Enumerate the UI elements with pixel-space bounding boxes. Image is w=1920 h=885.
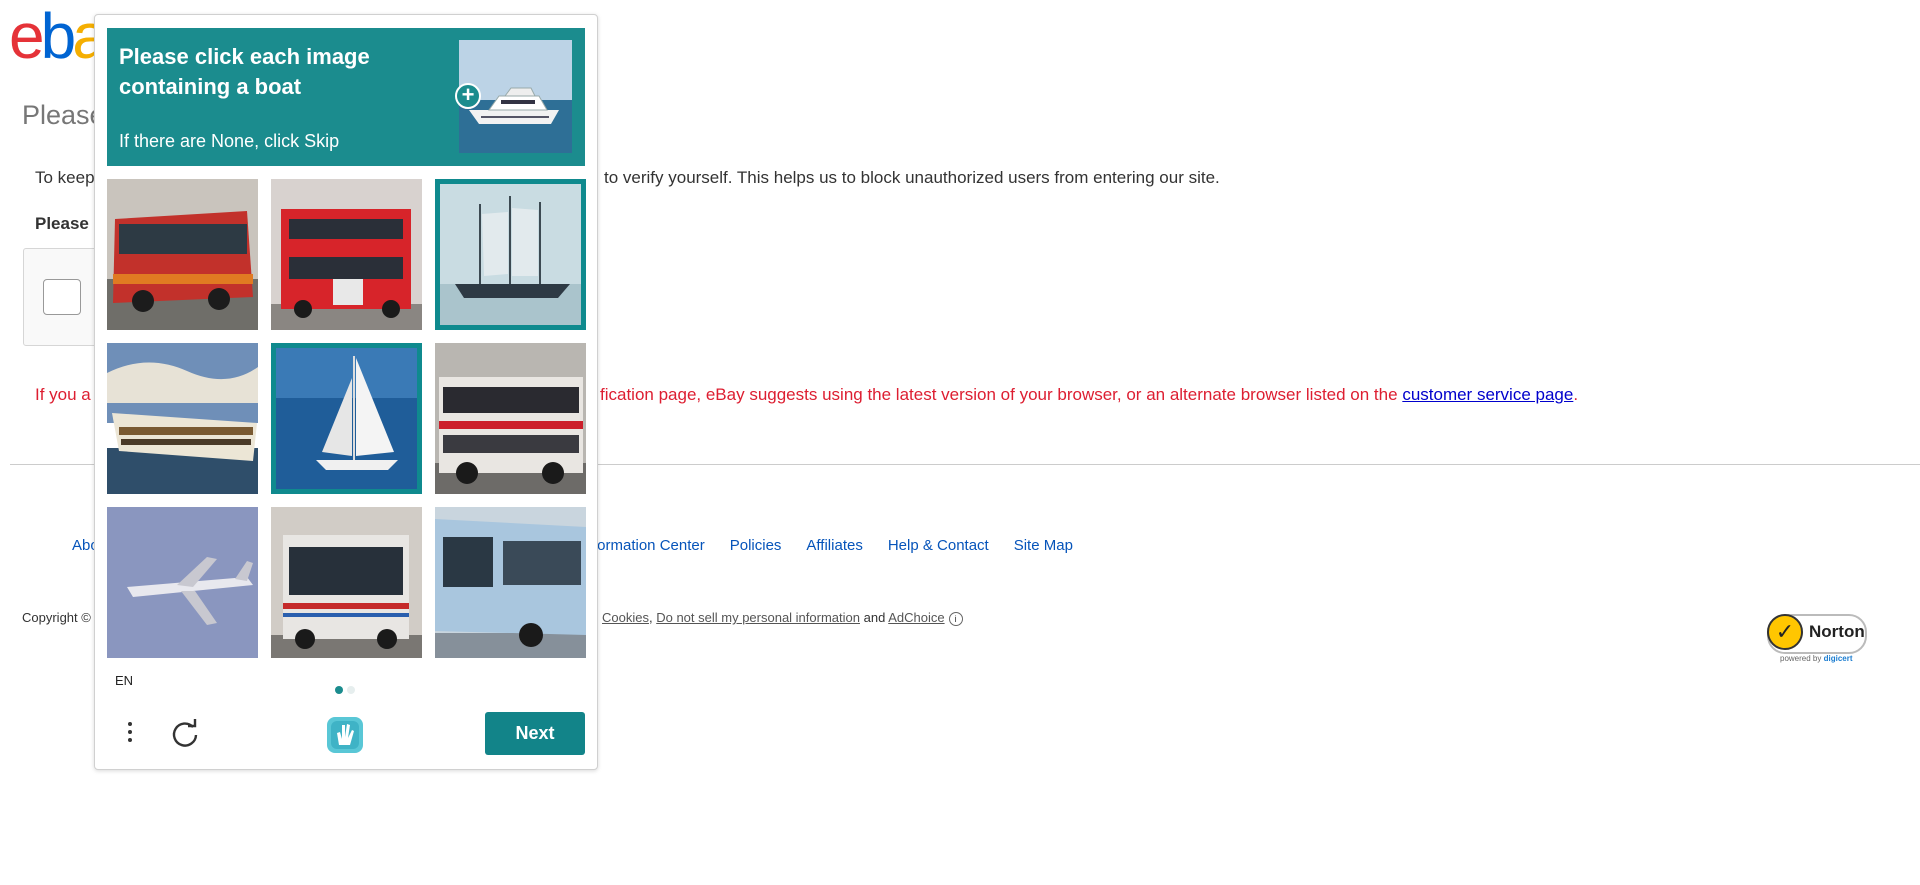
norton-badge[interactable]: ✓ Norton powered by digicert — [1767, 614, 1869, 668]
footer-links: formation Center Policies Affiliates Hel… — [593, 537, 1073, 554]
browser-warning-text: fication page, eBay suggests using the l… — [600, 385, 1398, 404]
norton-brand: digicert — [1823, 654, 1853, 663]
adchoice-link[interactable]: AdChoice — [888, 610, 944, 625]
ebay-logo[interactable]: eba — [9, 6, 99, 66]
captcha-header: Please click each image containing a boa… — [107, 28, 585, 166]
do-not-sell-link[interactable]: Do not sell my personal information — [656, 610, 860, 625]
footer-link-info-center[interactable]: formation Center — [593, 537, 705, 554]
copyright-text: Copyright © — [22, 610, 91, 625]
norton-powered-text: powered by — [1780, 654, 1822, 663]
norton-name: Norton — [1809, 622, 1865, 641]
language-selector[interactable]: EN — [115, 673, 133, 688]
legal-and: and — [863, 610, 886, 625]
logo-letter-e: e — [9, 6, 45, 66]
footer-link-policies[interactable]: Policies — [730, 537, 782, 554]
footer-link-help-contact[interactable]: Help & Contact — [888, 537, 989, 554]
please-label: Please — [35, 214, 89, 233]
more-options-icon[interactable] — [125, 718, 135, 750]
warning-period: . — [1573, 385, 1579, 404]
page-dot-2 — [347, 686, 355, 694]
captcha-checkbox[interactable] — [43, 279, 81, 315]
cookies-link[interactable]: Cookies — [602, 610, 649, 625]
next-button[interactable]: Next — [485, 712, 585, 755]
footer-link-affiliates[interactable]: Affiliates — [806, 537, 862, 554]
captcha-instruction: Please click each image containing a boa… — [119, 44, 370, 99]
accessibility-hand-icon[interactable] — [325, 715, 365, 755]
image-tile-3[interactable] — [435, 179, 586, 330]
browser-warning-right: fication page, eBay suggests using the l… — [600, 385, 1578, 405]
intro-text-right: to verify yourself. This helps us to blo… — [604, 168, 1220, 187]
norton-check-icon: ✓ — [1767, 614, 1803, 650]
intro-text-left: To keep — [35, 168, 95, 187]
captcha-skip-hint: If there are None, click Skip — [119, 131, 340, 151]
page-indicator — [335, 681, 359, 699]
image-tile-6[interactable] — [435, 343, 586, 494]
legal-links: Cookies, Do not sell my personal informa… — [602, 610, 963, 626]
image-tile-2[interactable] — [271, 179, 422, 330]
image-tile-4[interactable] — [107, 343, 258, 494]
footer-link-site-map[interactable]: Site Map — [1014, 537, 1073, 554]
adchoice-info-icon[interactable]: i — [948, 611, 963, 626]
page-dot-1 — [335, 686, 343, 694]
norton-powered-by: powered by digicert — [1780, 654, 1853, 663]
refresh-icon[interactable] — [169, 718, 201, 750]
customer-service-link[interactable]: customer service page — [1402, 385, 1573, 404]
image-tile-1[interactable] — [107, 179, 258, 330]
image-tile-8[interactable] — [271, 507, 422, 658]
image-tile-9[interactable] — [435, 507, 586, 658]
browser-warning-left: If you a — [35, 385, 91, 404]
image-tile-7[interactable] — [107, 507, 258, 658]
expand-sample-icon[interactable]: + — [455, 83, 481, 109]
logo-letter-b: b — [40, 6, 77, 66]
legal-comma: , — [648, 610, 653, 625]
image-tile-5[interactable] — [271, 343, 422, 494]
page-title: Please — [22, 100, 105, 130]
captcha-modal: Please click each image containing a boa… — [94, 14, 598, 770]
